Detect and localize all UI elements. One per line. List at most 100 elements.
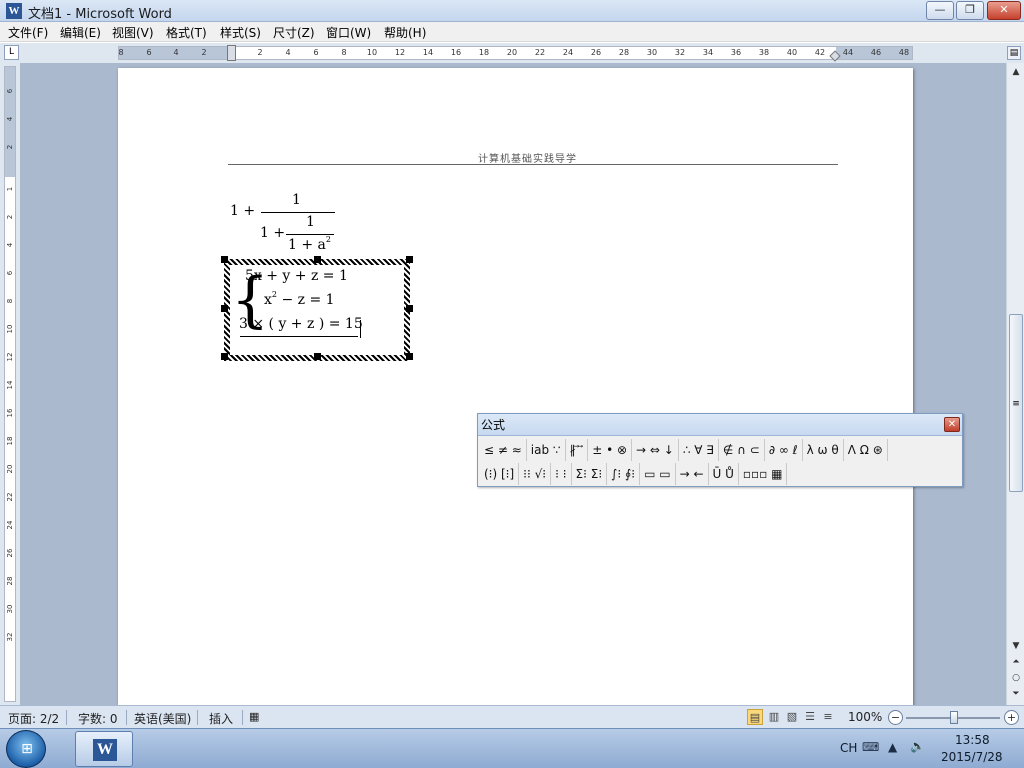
zoom-slider-thumb[interactable] — [950, 711, 958, 724]
relational-symbols-button[interactable]: ≤ ≠ ≈ — [480, 439, 527, 461]
menu-bar: 文件(F) 编辑(E) 视图(V) 格式(T) 样式(S) 尺寸(Z) 窗口(W… — [0, 22, 1024, 42]
vruler-tick: 2 — [6, 214, 14, 220]
web-layout-view-icon[interactable]: ▧ — [784, 709, 800, 725]
fraction-lead: 1 + — [230, 203, 256, 219]
equation-slot-underline — [240, 336, 358, 337]
resize-handle-tr[interactable] — [406, 256, 413, 263]
scrollbar-thumb[interactable]: ≡ — [1009, 314, 1023, 492]
menu-style[interactable]: 样式(S) — [218, 24, 263, 41]
macro-record-icon[interactable]: ▦ — [249, 710, 259, 723]
zoom-out-button[interactable]: − — [888, 710, 903, 725]
equation-2-rest: − z = 1 — [277, 292, 335, 308]
word-app-icon[interactable]: W — [6, 3, 22, 19]
ruler-tick: 40 — [786, 48, 798, 57]
resize-handle-bl[interactable] — [221, 353, 228, 360]
ruler-tick: 48 — [898, 48, 910, 57]
equation-toolbar-title[interactable]: 公式 — [478, 414, 962, 436]
show-hidden-icons-icon[interactable]: ▲ — [888, 740, 897, 754]
tab-stop-selector[interactable]: L — [4, 45, 19, 60]
template-palette-row: (⁝) [⁝] ⁝⁝ √⁝ ⁝ ⁝ Σ⁝ Σ⁝ ∫⁝ ∮⁝ ▭ ▭ → ← Ū … — [480, 463, 788, 485]
previous-page-icon[interactable]: ⏶ — [1009, 655, 1023, 669]
resize-handle-r[interactable] — [406, 305, 413, 312]
resize-handle-br[interactable] — [406, 353, 413, 360]
menu-file[interactable]: 文件(F) — [6, 24, 50, 41]
scroll-down-icon[interactable]: ▼ — [1009, 639, 1023, 653]
logical-symbols-button[interactable]: ∴ ∀ ∃ — [679, 439, 719, 461]
next-page-icon[interactable]: ⏷ — [1009, 687, 1023, 701]
zoom-level[interactable]: 100% — [848, 710, 882, 724]
arrow-symbols-button[interactable]: → ⇔ ↓ — [632, 439, 679, 461]
menu-window[interactable]: 窗口(W) — [324, 24, 373, 41]
vertical-scrollbar[interactable]: ▲ ≡ ▼ ⏶ ○ ⏷ — [1006, 63, 1024, 705]
resize-handle-tl[interactable] — [221, 256, 228, 263]
first-line-indent-marker[interactable] — [227, 45, 236, 61]
ruler-row: L 8 6 4 2 2 4 6 8 10 12 14 16 18 20 22 2… — [0, 43, 1024, 63]
scroll-up-icon[interactable]: ▲ — [1009, 65, 1023, 79]
fraction-denominator-2-text: 1 + a — [288, 237, 326, 253]
word-count[interactable]: 字数: 0 — [78, 710, 118, 727]
insert-mode-indicator[interactable]: 插入 — [209, 710, 233, 727]
start-button[interactable]: ⊞ — [6, 730, 46, 768]
ruler-tick: 46 — [870, 48, 882, 57]
resize-handle-t[interactable] — [314, 256, 321, 263]
underbar-overbar-templates-button[interactable]: ▭ ▭ — [640, 463, 676, 485]
fraction-bar-1 — [261, 212, 335, 213]
minimize-button[interactable]: — — [926, 1, 954, 20]
ruler-tick: 42 — [814, 48, 826, 57]
summation-templates-button[interactable]: Σ⁝ Σ⁝ — [572, 463, 608, 485]
vruler-tick: 24 — [6, 520, 14, 530]
outline-view-icon[interactable]: ☰ — [802, 709, 818, 725]
subscript-superscript-templates-button[interactable]: ⁝ ⁝ — [551, 463, 572, 485]
labeled-arrow-templates-button[interactable]: → ← — [676, 463, 709, 485]
view-ruler-toggle-icon[interactable]: ▤ — [1007, 46, 1021, 60]
greek-lowercase-button[interactable]: λ ω θ — [803, 439, 844, 461]
language-indicator[interactable]: 英语(美国) — [134, 710, 191, 727]
clock-time[interactable]: 13:58 — [955, 733, 990, 747]
page-count[interactable]: 页面: 2/2 — [8, 710, 59, 727]
horizontal-ruler[interactable]: 8 6 4 2 2 4 6 8 10 12 14 16 18 20 22 24 … — [118, 45, 913, 62]
volume-icon[interactable]: 🔈 — [910, 739, 925, 753]
document-page[interactable]: 计算机基础实践导学 1 + 1 1 + 1 1 + a2 { 5x + y + … — [118, 68, 913, 705]
integral-templates-button[interactable]: ∫⁝ ∮⁝ — [607, 463, 641, 485]
print-layout-view-icon[interactable]: ▤ — [747, 709, 763, 725]
fence-templates-button[interactable]: (⁝) [⁝] — [480, 463, 520, 485]
fraction-exponent: 2 — [325, 235, 331, 244]
reading-view-icon[interactable]: ▥ — [766, 709, 782, 725]
greek-uppercase-button[interactable]: Λ Ω ⊛ — [844, 439, 888, 461]
input-language-indicator[interactable]: CH — [840, 741, 857, 755]
misc-symbols-button[interactable]: ∂ ∞ ℓ — [765, 439, 803, 461]
restore-button[interactable]: ❐ — [956, 1, 984, 20]
menu-view[interactable]: 视图(V) — [110, 24, 156, 41]
matrix-templates-button[interactable]: ▫▫▫ ▦ — [739, 463, 788, 485]
menu-help[interactable]: 帮助(H) — [382, 24, 428, 41]
taskbar-word-button[interactable]: W — [75, 731, 133, 767]
vertical-ruler[interactable]: 6 4 2 1 2 4 6 8 10 12 14 16 18 20 22 24 … — [4, 66, 16, 702]
menu-format[interactable]: 格式(T) — [164, 24, 209, 41]
resize-handle-l[interactable] — [221, 305, 228, 312]
ruler-tick: 30 — [646, 48, 658, 57]
embellishments-button[interactable]: ∦ ⃗ ⃗ — [566, 439, 589, 461]
operator-symbols-button[interactable]: ± • ⊗ — [588, 439, 633, 461]
system-equation-1: 5x + y + z = 1 — [245, 268, 348, 284]
clock-date[interactable]: 2015/7/28 — [941, 750, 1003, 764]
zoom-in-button[interactable]: + — [1004, 710, 1019, 725]
keyboard-icon[interactable]: ⌨ — [862, 740, 879, 754]
text-cursor — [360, 320, 361, 338]
spaces-ellipses-button[interactable]: ⅰab ∵ — [527, 439, 566, 461]
close-button[interactable]: ✕ — [987, 1, 1021, 20]
draft-view-icon[interactable]: ≡ — [820, 709, 836, 725]
fraction-radical-templates-button[interactable]: ⁝⁝ √⁝ — [519, 463, 552, 485]
fraction-denominator-lead: 1 + — [260, 225, 286, 241]
menu-size[interactable]: 尺寸(Z) — [271, 24, 317, 41]
resize-handle-b[interactable] — [314, 353, 321, 360]
set-theory-symbols-button[interactable]: ∉ ∩ ⊂ — [719, 439, 765, 461]
system-equation-3[interactable]: 3 × ( y + z ) = 15 — [239, 316, 363, 332]
document-area[interactable]: 计算机基础实践导学 1 + 1 1 + 1 1 + a2 { 5x + y + … — [20, 63, 1006, 705]
vruler-tick: 12 — [6, 352, 14, 362]
menu-edit[interactable]: 编辑(E) — [58, 24, 103, 41]
equation-toolbar-close-button[interactable]: ✕ — [944, 417, 960, 432]
browse-object-icon[interactable]: ○ — [1009, 671, 1023, 685]
equation-toolbar[interactable]: 公式 ✕ ≤ ≠ ≈ ⅰab ∵ ∦ ⃗ ⃗ ± • ⊗ → ⇔ ↓ ∴ ∀ ∃… — [477, 413, 963, 487]
products-set-templates-button[interactable]: Ū Ů — [709, 463, 739, 485]
windows-logo-icon: ⊞ — [21, 741, 33, 757]
